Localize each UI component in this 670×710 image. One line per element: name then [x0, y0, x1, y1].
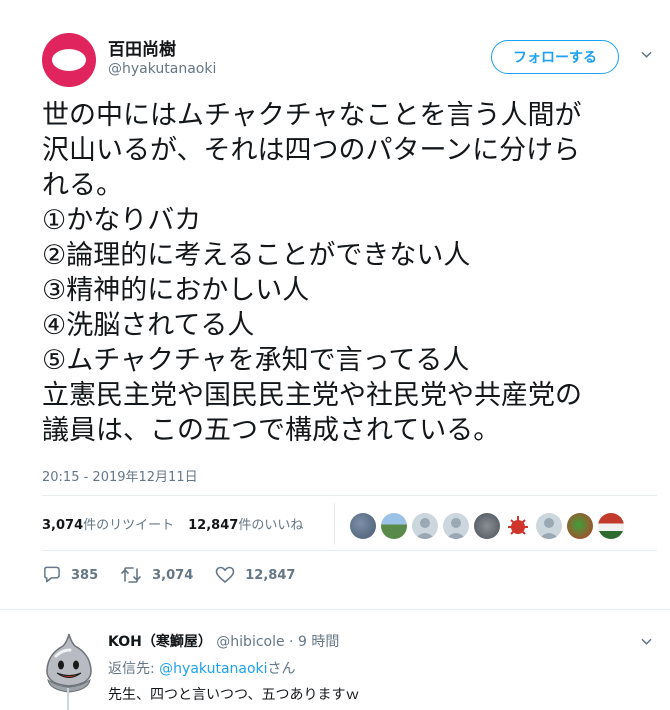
reply-icon	[44, 566, 60, 583]
tweet-line: 議員は、この五つで構成されている。	[42, 415, 501, 446]
retweet-count: 3,074	[152, 567, 194, 583]
tweet-text: 世の中にはムチャクチャなことを言う人間が 沢山いるが、それは四つのパターンに分け…	[42, 98, 657, 448]
reply-header: KOH（寒鰤屋） @hibicole · 9 時間	[108, 631, 339, 651]
liker-avatar[interactable]	[443, 513, 469, 539]
liker-avatar[interactable]	[412, 513, 438, 539]
author-handle[interactable]: @hyakutanaoki	[108, 61, 216, 77]
replying-to-suffix: さん	[267, 661, 296, 677]
author-name[interactable]: 百田尚樹	[108, 35, 176, 60]
like-button[interactable]: 12,847	[215, 566, 295, 584]
liker-avatar[interactable]	[567, 513, 593, 539]
likes-label: 件のいいね	[238, 518, 304, 533]
tweet-line: れる。	[42, 170, 123, 201]
divider	[0, 609, 670, 610]
like-count: 12,847	[245, 567, 296, 583]
liker-avatar[interactable]	[381, 513, 407, 539]
reply-author-name[interactable]: KOH（寒鰤屋）	[108, 634, 212, 650]
replying-to: 返信先: @hyakutanaokiさん	[108, 658, 296, 678]
liker-avatar[interactable]	[350, 513, 376, 539]
reply-author-handle[interactable]: @hibicole	[216, 634, 284, 650]
retweets-stat[interactable]: 3,074件のリツイート	[42, 514, 174, 533]
liker-avatar[interactable]	[598, 513, 624, 539]
tweet-timestamp[interactable]: 20:15 - 2019年12月11日	[42, 466, 198, 485]
divider	[42, 495, 657, 496]
divider	[42, 550, 657, 551]
thread-line	[67, 688, 69, 710]
heart-icon	[215, 566, 235, 583]
stats-separator	[334, 503, 335, 545]
liker-avatar[interactable]	[474, 513, 500, 539]
chevron-down-icon[interactable]	[641, 49, 652, 60]
retweets-label: 件のリツイート	[83, 518, 175, 533]
follow-button[interactable]: フォローする	[491, 40, 619, 74]
liker-avatars	[350, 513, 629, 539]
tweet-line: 沢山いるが、それは四つのパターンに分けら	[42, 135, 581, 166]
reply-separator: ·	[284, 634, 298, 650]
reply-text: 先生、四つと言いつつ、五つありますｗ	[108, 687, 360, 703]
reply-author-avatar[interactable]	[42, 632, 96, 710]
tweet-line: ④洗脳されてる人	[42, 310, 255, 341]
reply-button[interactable]: 385	[42, 566, 98, 584]
liker-avatar[interactable]	[505, 513, 531, 539]
reply-time[interactable]: 9 時間	[298, 634, 339, 650]
replying-to-mention[interactable]: @hyakutanaoki	[159, 661, 267, 677]
retweet-button[interactable]: 3,074	[120, 566, 193, 584]
author-avatar[interactable]	[42, 33, 96, 87]
tweet-line: 世の中にはムチャクチャなことを言う人間が	[42, 100, 582, 131]
tweet-stats: 3,074件のリツイート 12,847件のいいね	[42, 514, 303, 533]
tweet-line: ②論理的に考えることができない人	[42, 240, 471, 271]
likes-stat[interactable]: 12,847件のいいね	[188, 514, 303, 533]
tweet-line: ①かなりバカ	[42, 205, 202, 236]
replying-to-prefix: 返信先:	[108, 661, 160, 677]
tweet-line: ③精神的におかしい人	[42, 275, 310, 306]
tweet-line: ⑤ムチャクチャを承知で言ってる人	[42, 345, 470, 376]
tweet-line: 立憲民主党や国民民主党や社民党や共産党の	[42, 380, 582, 411]
retweets-count: 3,074	[42, 518, 84, 533]
tweet-actions: 385 3,074 12,847	[42, 566, 317, 584]
chevron-down-icon[interactable]	[641, 636, 652, 647]
retweet-icon	[121, 567, 141, 583]
reply-count: 385	[71, 567, 99, 583]
likes-count: 12,847	[188, 518, 239, 533]
liker-avatar[interactable]	[536, 513, 562, 539]
